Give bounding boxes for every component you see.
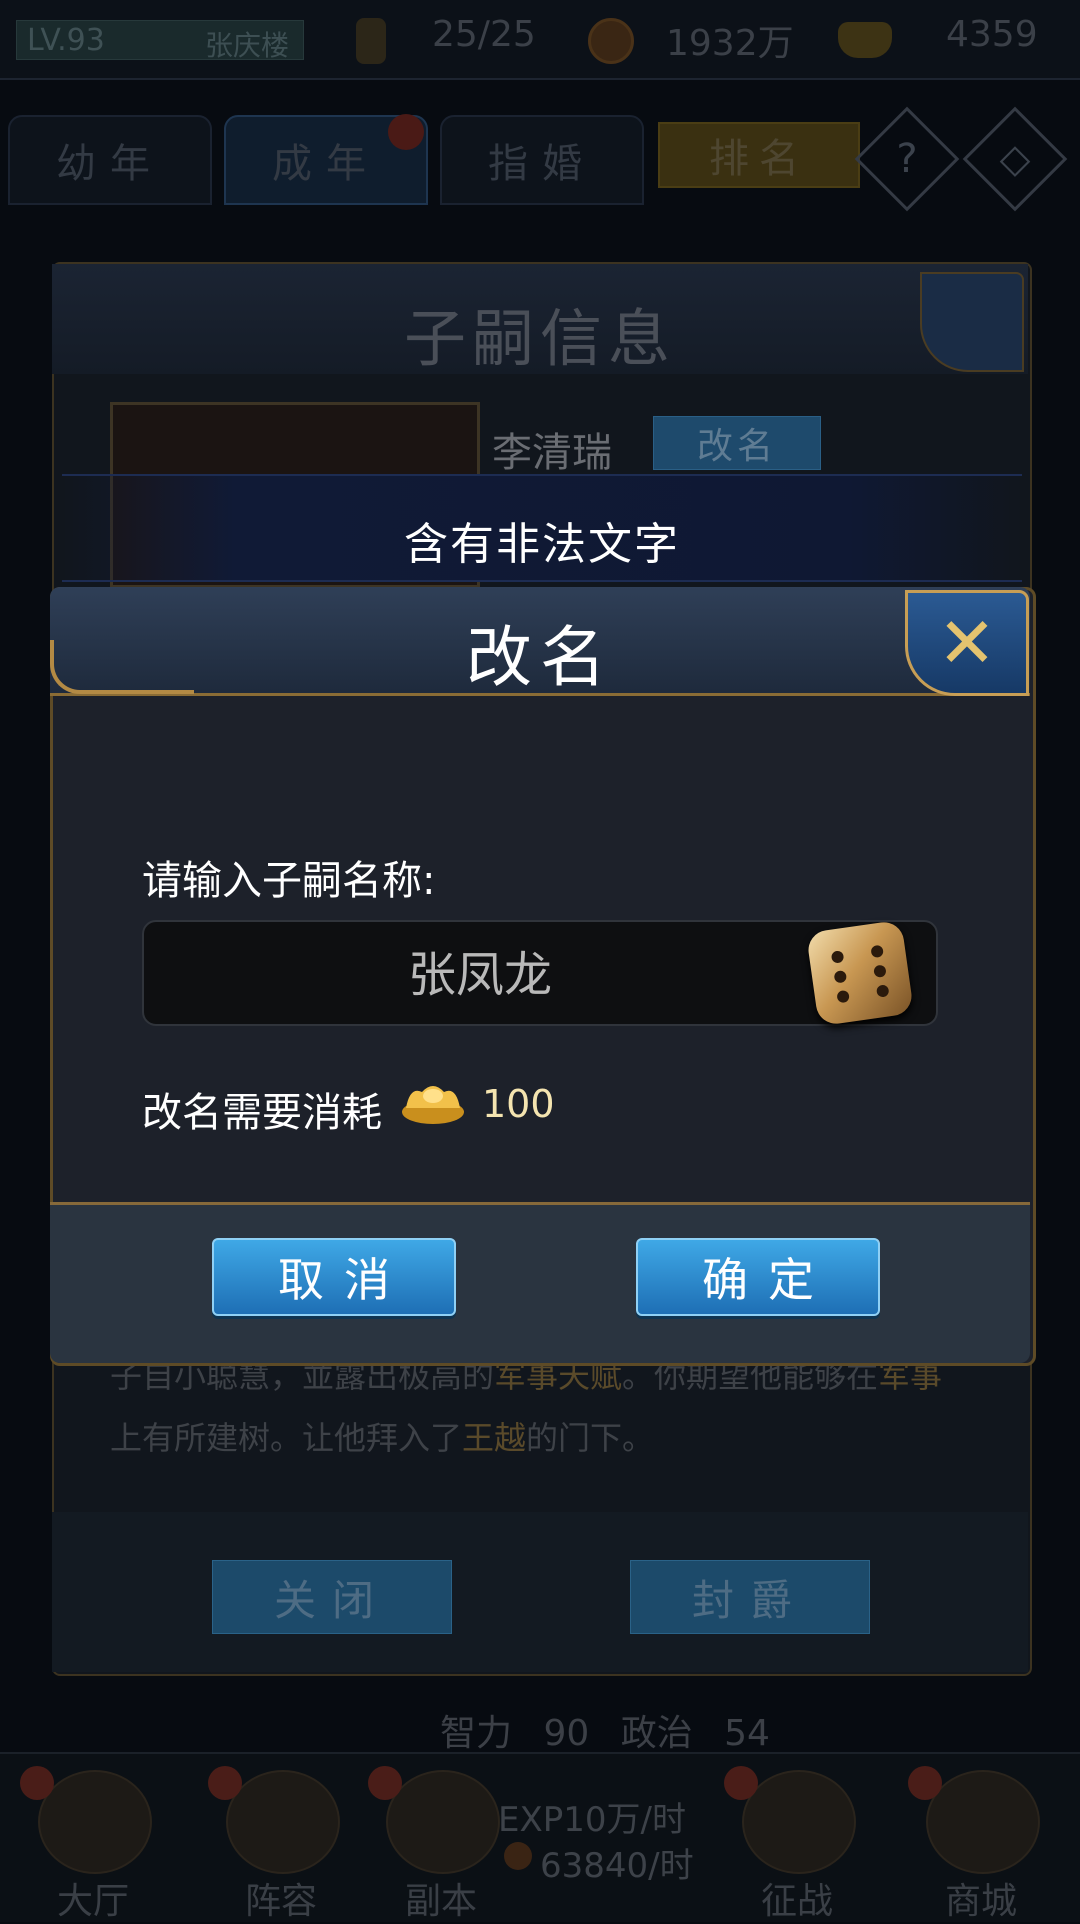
next-child-stats: 智力 90 政治 54: [440, 1713, 770, 1754]
alert-badge: [908, 1766, 942, 1800]
gold-value: 4359: [946, 14, 1038, 55]
child-info-close-button[interactable]: [920, 272, 1024, 372]
player-level-bar[interactable]: LV.93 张庆楼: [16, 20, 304, 62]
stamina-icon: [356, 18, 386, 64]
menu-diamond-button[interactable]: ◇: [962, 106, 1068, 212]
nav-lineup[interactable]: 阵容: [206, 1760, 356, 1922]
random-name-dice-icon[interactable]: [805, 919, 915, 1027]
diamond-icon: ◇: [999, 136, 1031, 182]
stamina-value: 25/25: [432, 14, 536, 55]
close-icon: ✕: [937, 602, 997, 684]
tab-adult-badge: [388, 114, 424, 150]
player-name: 张庆楼: [205, 29, 290, 62]
gold-ingot-icon: [402, 1086, 464, 1124]
help-button[interactable]: ?: [854, 106, 960, 212]
ennoble-button[interactable]: 封爵: [630, 1560, 870, 1634]
nav-dungeon[interactable]: 副本: [366, 1760, 516, 1922]
rename-dialog-close-button[interactable]: ✕: [905, 590, 1029, 696]
treasure-chest-icon: [926, 1770, 1040, 1874]
rename-cost-label: 改名需要消耗: [142, 1090, 382, 1136]
nav-campaign[interactable]: 征战: [722, 1760, 872, 1922]
crossed-swords-icon: [742, 1770, 856, 1874]
rename-dialog-footer: [50, 1202, 1030, 1363]
silver-rate: 63840/时: [540, 1846, 694, 1886]
child-rename-button[interactable]: 改名: [653, 416, 821, 470]
child-info-title: 子嗣信息: [403, 302, 676, 375]
rename-dialog-title: 改名: [466, 619, 614, 696]
cancel-button[interactable]: 取消: [212, 1238, 456, 1316]
silver-coin-icon: [504, 1842, 532, 1870]
alert-badge: [724, 1766, 758, 1800]
lineup-icon: [226, 1770, 340, 1874]
tab-childhood[interactable]: 幼年: [8, 115, 212, 205]
player-level: LV.93: [27, 23, 105, 58]
child-info-button-row: [52, 1512, 1028, 1672]
rename-cost-value: 100: [482, 1082, 555, 1126]
silver-value: 1932万: [666, 23, 794, 64]
tab-marriage[interactable]: 指婚: [440, 115, 644, 205]
nav-shop[interactable]: 商城: [906, 1760, 1056, 1922]
nav-hall[interactable]: 大厅: [18, 1760, 168, 1922]
help-icon: ?: [896, 136, 918, 182]
hourglass-icon: [386, 1770, 500, 1874]
alert-badge: [368, 1766, 402, 1800]
tab-ranking[interactable]: 排名: [658, 122, 860, 188]
gold-ingot-icon: [838, 22, 892, 58]
alert-badge: [208, 1766, 242, 1800]
hall-icon: [38, 1770, 152, 1874]
exp-rate: EXP10万/时: [498, 1800, 686, 1840]
confirm-button[interactable]: 确定: [636, 1238, 880, 1316]
error-toast-message: 含有非法文字: [404, 519, 680, 570]
name-prompt-label: 请输入子嗣名称:: [142, 858, 436, 904]
silver-coin-icon: [588, 18, 634, 64]
alert-badge: [20, 1766, 54, 1800]
close-panel-button[interactable]: 关闭: [212, 1560, 452, 1634]
child-name: 李清瑞: [492, 430, 612, 476]
